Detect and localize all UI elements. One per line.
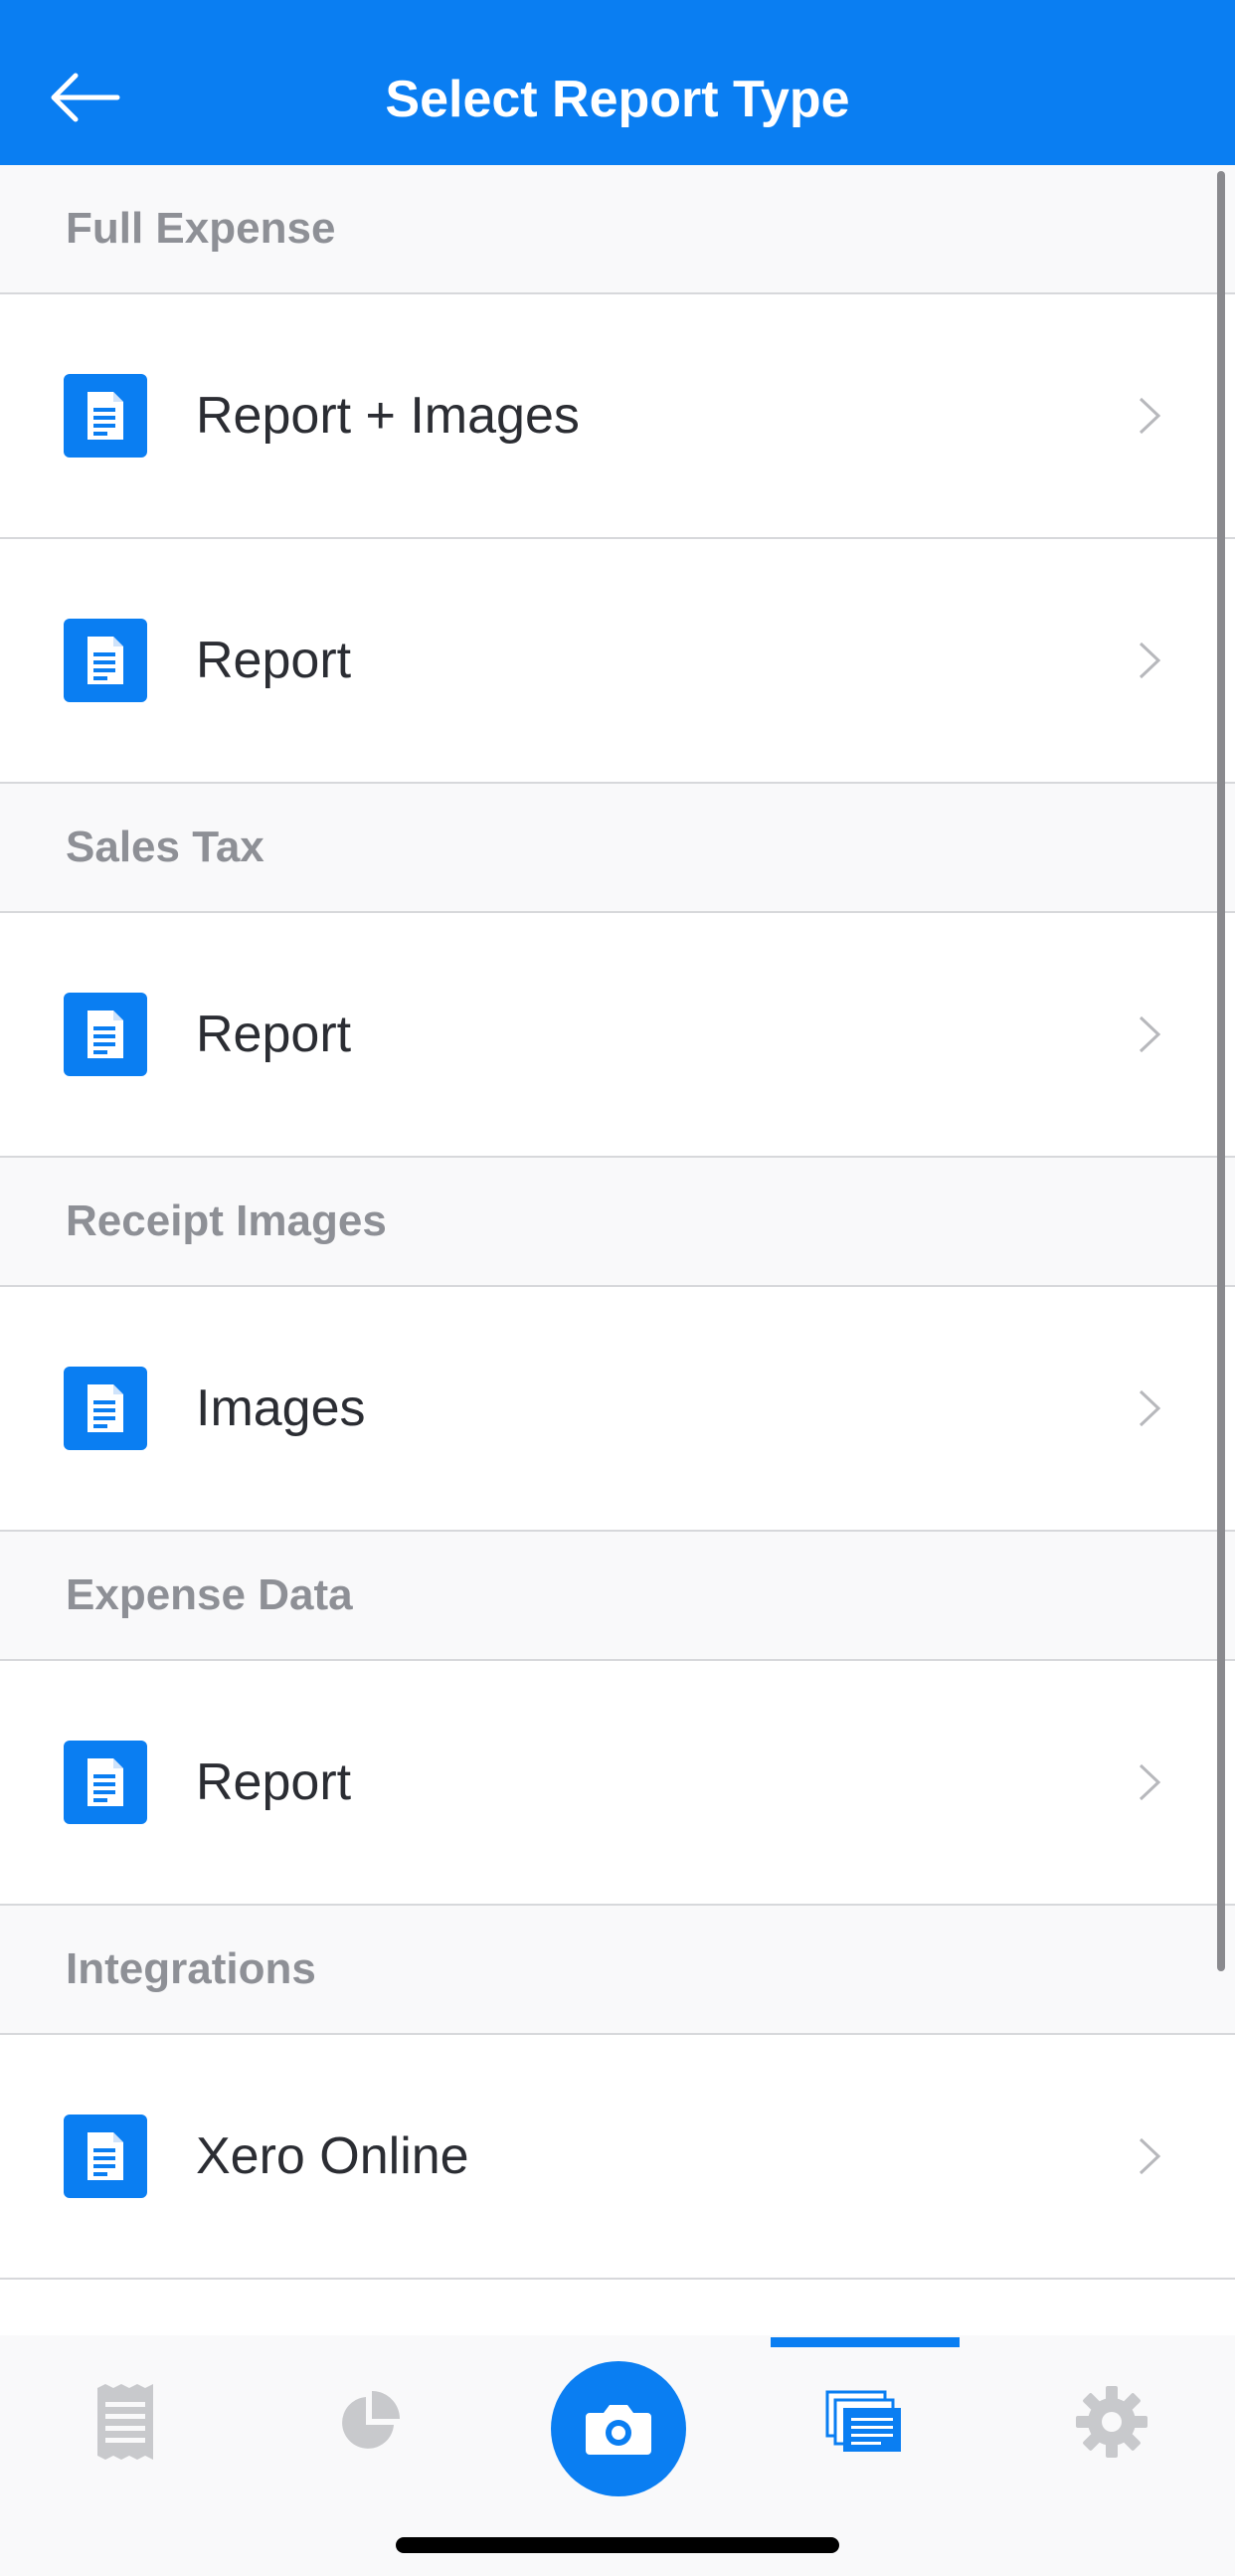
app-screen: Select Report Type Full Expense Report +… [0,0,1235,2576]
chevron-right-icon [1132,1383,1167,1433]
document-icon [64,1367,147,1450]
chevron-right-icon [1132,636,1167,685]
pie-chart-icon [342,2391,400,2449]
camera-icon [586,2405,651,2455]
section-header-sales-tax: Sales Tax [0,784,1235,913]
list-item-label: Report [196,1753,352,1811]
scrollbar[interactable] [1217,171,1225,1971]
tab-settings[interactable] [1052,2357,1171,2486]
receipt-icon [97,2384,153,2460]
list-item-images[interactable]: Images [0,1287,1235,1532]
section-header-expense-data: Expense Data [0,1532,1235,1661]
list-item-expense-data-report[interactable]: Report [0,1661,1235,1906]
report-type-list: Full Expense Report + Images Report Sale… [0,165,1235,2280]
section-header-receipt-images: Receipt Images [0,1158,1235,1287]
section-title: Receipt Images [66,1196,387,1245]
list-item-label: Xero Online [196,2127,469,2185]
list-item-label: Report + Images [196,387,580,445]
tab-reports[interactable] [804,2357,924,2486]
gear-icon [1076,2386,1147,2458]
section-title: Sales Tax [66,823,265,871]
list-item-label: Report [196,632,352,689]
list-item-label: Report [196,1006,352,1063]
section-header-integrations: Integrations [0,1906,1235,2035]
document-icon [64,2115,147,2198]
home-indicator[interactable] [396,2537,839,2553]
section-header-full-expense: Full Expense [0,165,1235,294]
list-item-sales-tax-report[interactable]: Report [0,913,1235,1158]
reports-stack-icon [825,2390,901,2452]
page-title-text: Select Report Type [385,71,850,128]
chevron-right-icon [1132,2131,1167,2181]
document-icon [64,1741,147,1824]
tab-receipts[interactable] [66,2357,185,2486]
chevron-right-icon [1132,1757,1167,1807]
active-tab-indicator [771,2337,960,2347]
section-title: Expense Data [66,1570,353,1619]
nav-header: Select Report Type [0,0,1235,165]
tab-charts[interactable] [309,2357,429,2486]
document-icon [64,619,147,702]
document-icon [64,993,147,1076]
chevron-right-icon [1132,1010,1167,1059]
section-title: Full Expense [66,204,336,253]
document-icon [64,374,147,458]
section-title: Integrations [66,1944,316,1993]
chevron-right-icon [1132,391,1167,441]
list-item-xero-online[interactable]: Xero Online [0,2035,1235,2280]
list-item-full-expense-report[interactable]: Report [0,539,1235,784]
list-item-label: Images [196,1380,366,1437]
camera-button[interactable] [551,2361,686,2496]
list-item-report-images[interactable]: Report + Images [0,294,1235,539]
